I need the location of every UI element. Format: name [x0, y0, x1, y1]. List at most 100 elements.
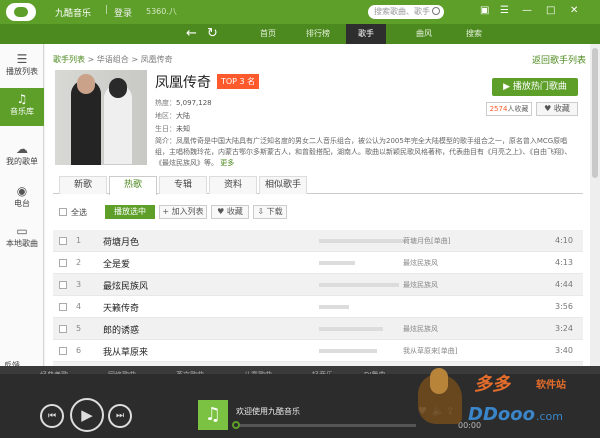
song-popularity-bar	[319, 283, 399, 287]
song-title[interactable]: 全是爱	[103, 257, 130, 270]
tab-hot-songs[interactable]: 热歌	[109, 176, 157, 195]
singer-name: 凤凰传奇	[155, 75, 211, 91]
song-popularity-bar	[319, 305, 349, 309]
sidebar: ☰播放列表 ♫音乐库 ☁我的歌单 ◉电台 ▭本地歌曲 反馈	[0, 44, 44, 370]
song-title[interactable]: 我从草原来	[103, 345, 148, 358]
play-icon: ▶	[503, 82, 513, 92]
region-value: 大陆	[176, 112, 190, 120]
breadcrumb-root[interactable]: 歌手列表	[53, 55, 85, 64]
song-row[interactable]: 6 我从草原来 我从草原来[单曲] 3:40	[53, 340, 583, 362]
select-all-checkbox[interactable]	[59, 208, 67, 216]
menu-icon[interactable]: ☰	[500, 5, 509, 16]
previous-track-button[interactable]: ⏮	[40, 404, 64, 428]
singer-bio: 简介：凤凰传奇是中国大陆具有广泛知名度的男女二人音乐组合，被公认为2005年完全…	[155, 136, 575, 169]
login-link[interactable]: 登录	[114, 6, 132, 19]
list-icon: ☰	[16, 52, 28, 66]
song-number: 5	[76, 324, 82, 333]
song-checkbox[interactable]	[59, 325, 67, 333]
song-title[interactable]: 郎的诱惑	[103, 323, 139, 336]
singer-birthday: 生日：未知	[155, 124, 190, 134]
progress-handle[interactable]	[232, 421, 240, 429]
back-to-singers-link[interactable]: 返回歌手列表	[532, 53, 586, 66]
select-all-label: 全选	[71, 208, 87, 217]
maximize-button[interactable]: □	[546, 5, 555, 16]
song-duration: 4:44	[555, 280, 573, 289]
breadcrumb-group[interactable]: 华语组合	[97, 55, 129, 64]
download-button[interactable]: ⇩ 下载	[253, 205, 287, 219]
tab-profile[interactable]: 资料	[209, 176, 257, 194]
breadcrumb-current: 凤凰传奇	[140, 55, 173, 64]
song-album[interactable]: 最炫民族风	[403, 280, 438, 290]
nav-bar: ← ↻ 首页 排行榜 歌手 曲风 搜索	[0, 24, 600, 44]
sidebar-item-playlist[interactable]: ☰ 播放列表	[0, 48, 44, 86]
tab-new-songs[interactable]: 新歌	[59, 176, 107, 194]
play-button[interactable]: ▶	[70, 398, 104, 432]
song-row[interactable]: 3 最炫民族风 最炫民族风 4:44	[53, 274, 583, 296]
add-to-list-button[interactable]: + 加入列表	[159, 205, 207, 219]
song-checkbox[interactable]	[59, 347, 67, 355]
cloud-icon: ☁	[16, 142, 28, 156]
minimize-button[interactable]: —	[522, 5, 532, 16]
tab-similar[interactable]: 相似歌手	[259, 176, 307, 194]
sidebar-item-mylist[interactable]: ☁ 我的歌单	[0, 138, 44, 176]
song-title[interactable]: 最炫民族风	[103, 279, 148, 292]
bio-text: 简介：凤凰传奇是中国大陆具有广泛知名度的男女二人音乐组合，被公认为2005年完全…	[155, 137, 572, 167]
play-hot-label: 播放热门歌曲	[512, 82, 567, 92]
sidebar-item-label: 本地歌曲	[6, 239, 38, 248]
monitor-icon: ▭	[16, 224, 28, 238]
song-duration: 4:13	[555, 258, 573, 267]
sidebar-item-label: 音乐库	[10, 107, 34, 116]
song-title[interactable]: 天籁传奇	[103, 301, 139, 314]
progress-bar[interactable]	[236, 424, 416, 427]
singer-region: 地区：大陆	[155, 111, 190, 121]
collect-button[interactable]: ♥ 收藏	[211, 205, 249, 219]
search-icon[interactable]	[432, 7, 440, 15]
song-checkbox[interactable]	[59, 237, 67, 245]
tab-singers[interactable]: 歌手	[346, 24, 386, 44]
song-number: 4	[76, 302, 82, 311]
song-checkbox[interactable]	[59, 303, 67, 311]
close-button[interactable]: ✕	[570, 5, 578, 16]
song-title[interactable]: 荷塘月色	[103, 235, 139, 248]
next-track-button[interactable]: ⏭	[108, 404, 132, 428]
song-album[interactable]: 最炫民族风	[403, 258, 438, 268]
tab-albums[interactable]: 专辑	[159, 176, 207, 194]
song-popularity-bar	[319, 239, 407, 243]
tab-genres[interactable]: 曲风	[404, 24, 444, 44]
sidebar-item-local[interactable]: ▭ 本地歌曲	[0, 220, 44, 258]
favorite-button[interactable]: ♥ 收藏	[536, 102, 578, 116]
sidebar-item-library[interactable]: ♫ 音乐库	[0, 88, 44, 126]
search-placeholder: 搜索歌曲、歌手	[374, 7, 430, 16]
now-playing-cover: ♫	[198, 400, 228, 430]
song-popularity-bar	[319, 349, 377, 353]
song-row[interactable]: 4 天籁传奇 3:56	[53, 296, 583, 318]
tab-search[interactable]: 搜索	[454, 24, 494, 44]
sidebar-item-radio[interactable]: ◉ 电台	[0, 180, 44, 218]
skin-icon[interactable]: ▣	[480, 5, 489, 16]
play-selected-button[interactable]: 播放选中	[105, 205, 155, 219]
refresh-icon[interactable]: ↻	[207, 27, 218, 40]
song-popularity-bar	[319, 327, 383, 331]
song-row[interactable]: 2 全是爱 最炫民族风 4:13	[53, 252, 583, 274]
music-note-icon: ♫	[16, 92, 28, 106]
app-logo	[6, 3, 36, 21]
song-checkbox[interactable]	[59, 259, 67, 267]
scrollbar-thumb[interactable]	[592, 48, 598, 178]
heart-icon: ♥	[544, 104, 554, 113]
song-album[interactable]: 最炫民族风	[403, 324, 438, 334]
search-input[interactable]: 搜索歌曲、歌手	[368, 5, 444, 19]
tab-charts[interactable]: 排行榜	[298, 24, 338, 44]
fans-number: 2574	[489, 105, 508, 113]
play-hot-songs-button[interactable]: ▶ 播放热门歌曲	[492, 78, 578, 96]
song-album[interactable]: 荷塘月色[单曲]	[403, 236, 450, 246]
tab-home[interactable]: 首页	[248, 24, 288, 44]
song-row[interactable]: 1 荷塘月色 荷塘月色[单曲] 4:10	[53, 230, 583, 252]
scrollbar[interactable]	[590, 44, 600, 366]
song-duration: 3:24	[555, 324, 573, 333]
back-arrow-icon[interactable]: ←	[186, 27, 197, 40]
song-row[interactable]: 5 郎的诱惑 最炫民族风 3:24	[53, 318, 583, 340]
watermark-text: 多多	[474, 374, 510, 395]
song-album[interactable]: 我从草原来[单曲]	[403, 346, 457, 356]
more-link[interactable]: 更多	[220, 159, 234, 167]
song-checkbox[interactable]	[59, 281, 67, 289]
